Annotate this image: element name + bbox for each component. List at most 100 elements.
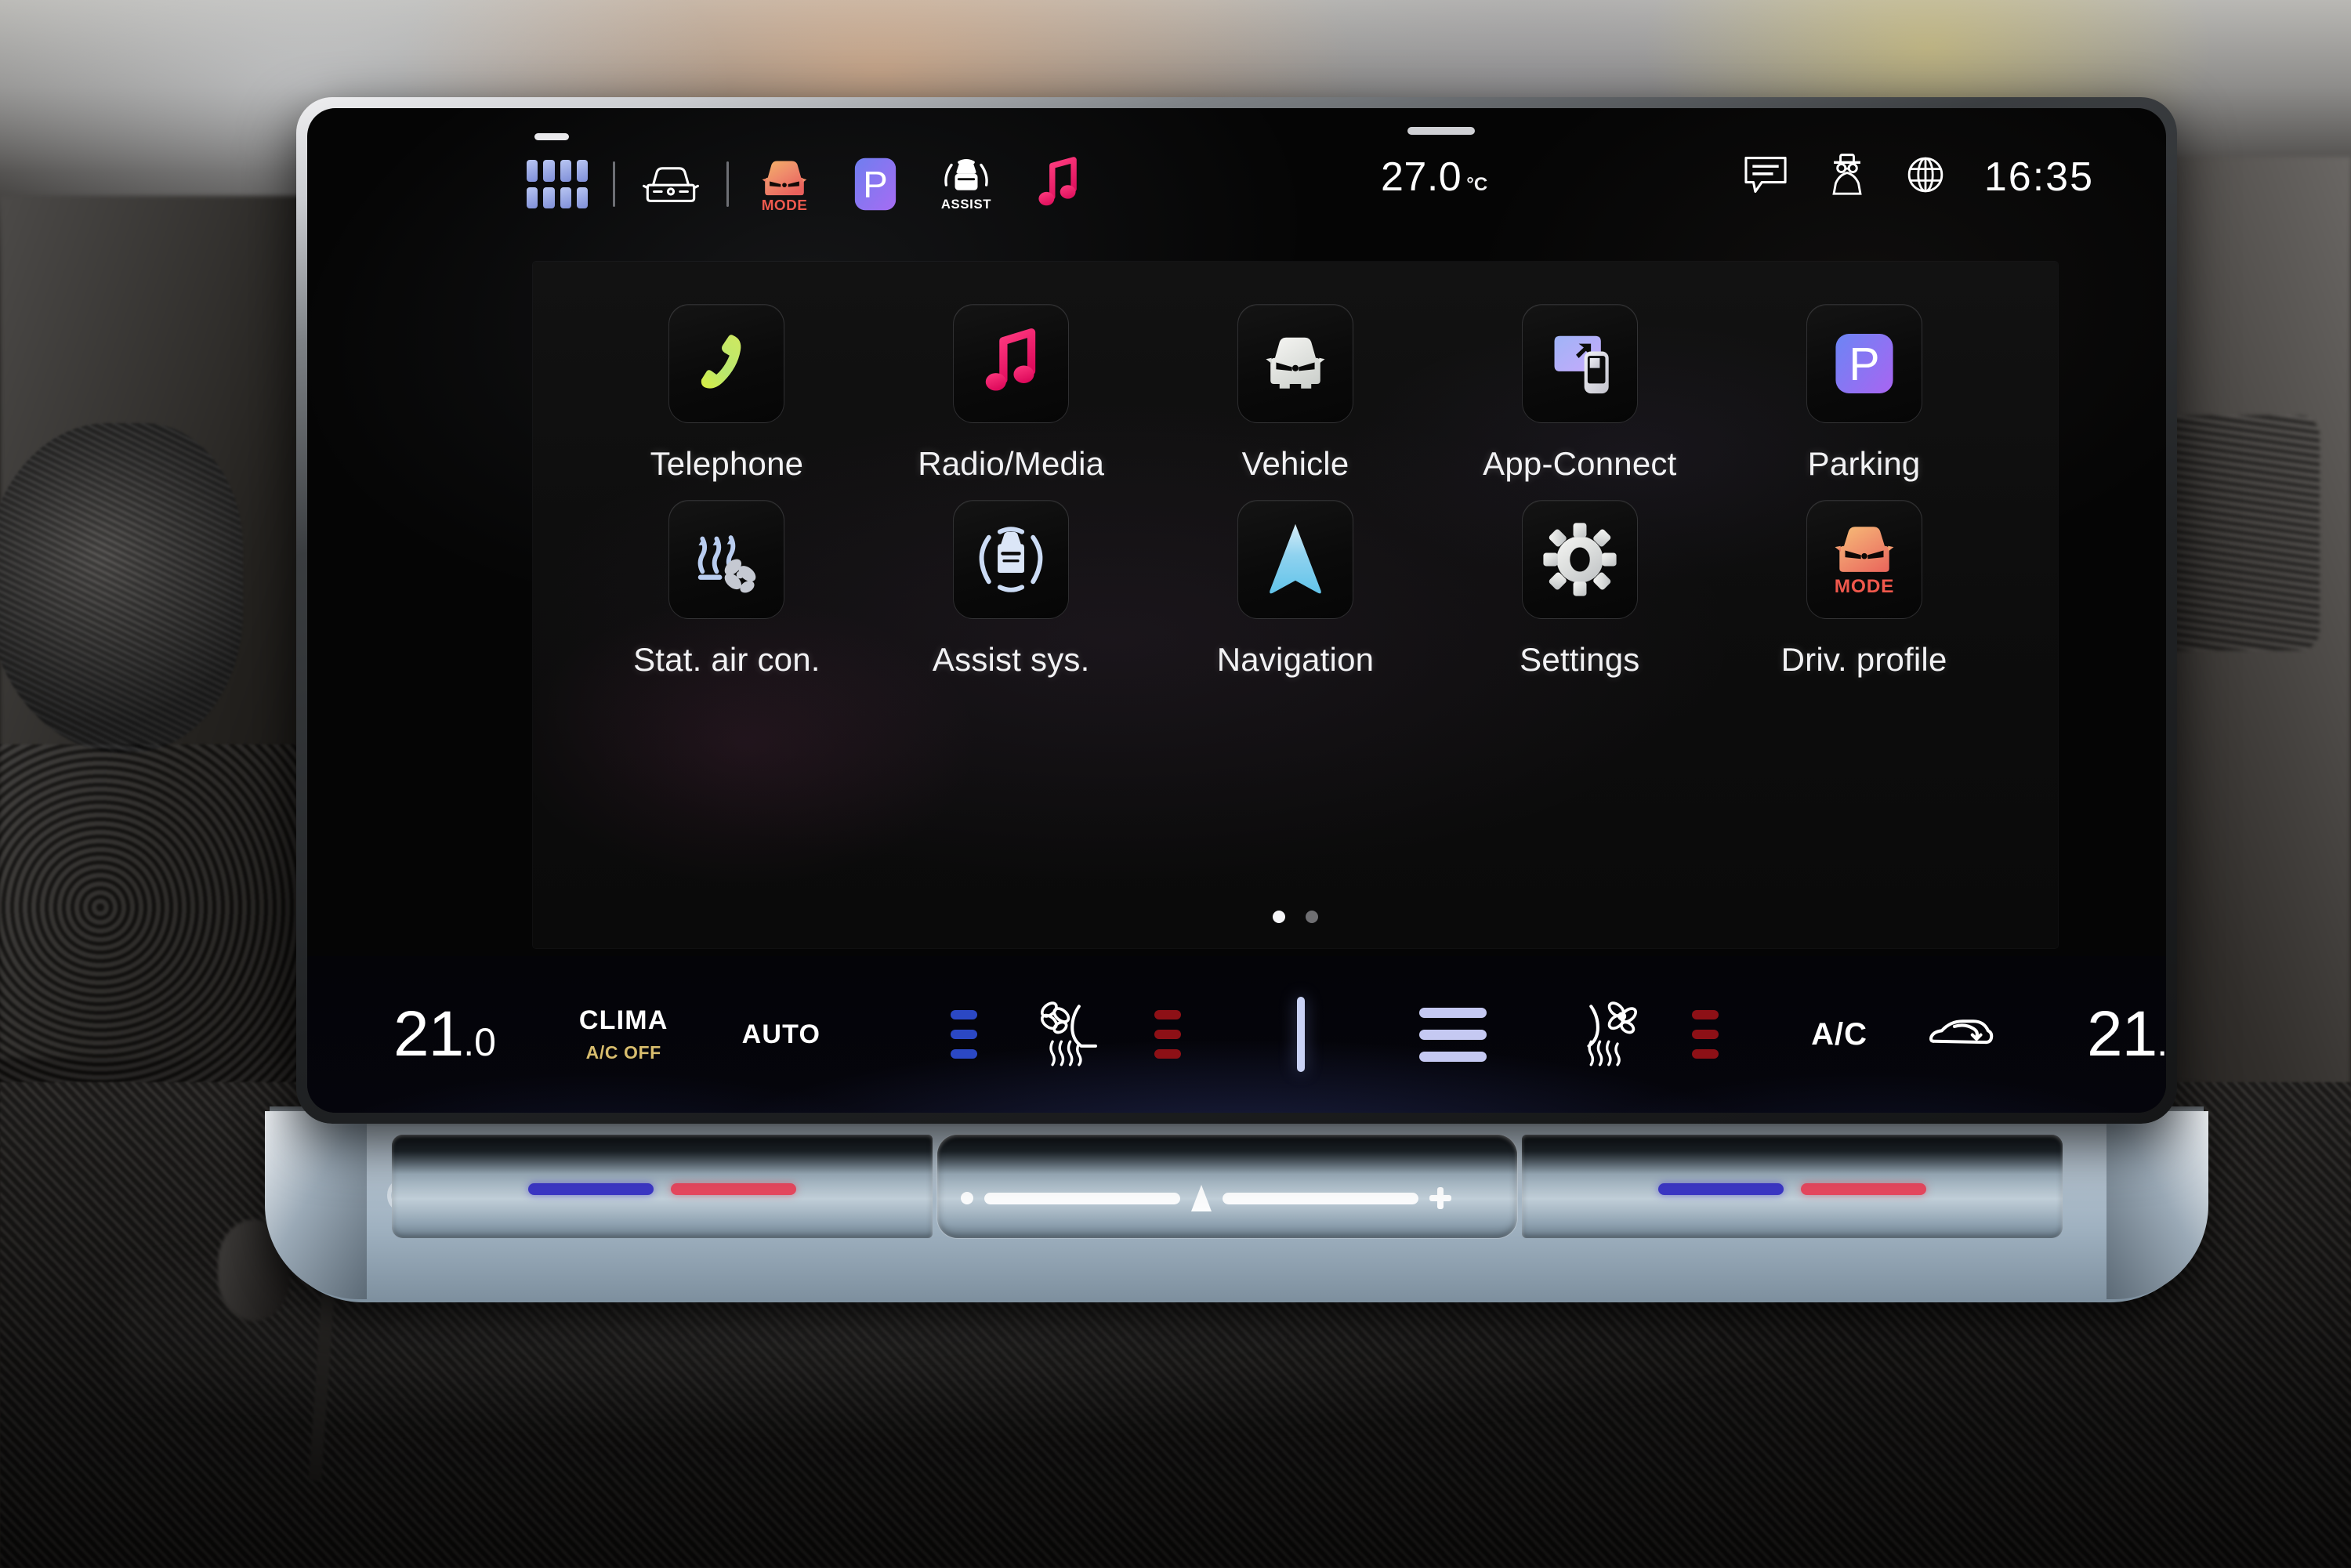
- passenger-temperature-slider[interactable]: [1522, 1135, 2063, 1238]
- tile-surface: MODE: [1806, 500, 1922, 619]
- globe-icon[interactable]: [1904, 154, 1947, 200]
- passenger-temperature[interactable]: 21 .0: [2087, 998, 2166, 1071]
- tile-surface: [953, 500, 1070, 619]
- warm-marker: [1801, 1183, 1926, 1195]
- music-note-icon: [985, 328, 1036, 391]
- level-bar: [951, 1030, 978, 1039]
- assist-car-icon[interactable]: ASSIST: [936, 155, 997, 213]
- car-front-icon[interactable]: [640, 155, 701, 213]
- app-label: Navigation: [1216, 641, 1375, 678]
- level-bar: [951, 1010, 978, 1019]
- home-button-icon[interactable]: [1297, 997, 1306, 1072]
- volume-level-triangle: [1191, 1185, 1212, 1211]
- app-tile-stationary-air-con[interactable]: Stat. air con.: [585, 500, 869, 679]
- ac-button[interactable]: A/C: [1811, 1017, 1867, 1052]
- aux-heater-fan-icon: [698, 535, 756, 593]
- outside-temp-value: 27.0: [1381, 154, 1462, 200]
- fan-line: [1419, 1051, 1487, 1062]
- grid-cell: [543, 160, 555, 182]
- menu-drag-handle[interactable]: [534, 133, 569, 140]
- level-bar: [1692, 1010, 1719, 1019]
- cold-marker: [1658, 1183, 1784, 1195]
- volume-track-left: [984, 1192, 1180, 1204]
- app-tile-settings[interactable]: Settings: [1437, 500, 1722, 679]
- auto-button[interactable]: AUTO: [742, 1019, 821, 1050]
- level-bar: [1154, 1010, 1182, 1019]
- app-tile-parking[interactable]: P Parking: [1722, 304, 2006, 483]
- outside-temperature: 27.0 °C: [1381, 154, 1487, 201]
- app-grid-icon[interactable]: [527, 160, 588, 208]
- phone-projection-icon: [1554, 335, 1609, 394]
- app-label: Stat. air con.: [633, 641, 820, 678]
- parking-letter: P: [1849, 339, 1879, 390]
- passenger-temp-frac: .0: [2157, 1019, 2166, 1065]
- app-label: Settings: [1520, 641, 1640, 678]
- assist-car-icon: [979, 527, 1043, 592]
- driver-fan-level-indicator[interactable]: [951, 1010, 978, 1059]
- display-screen: MODE P ASSIST 27.0 °C 16:35 Telephone Ra…: [307, 108, 2166, 1113]
- app-label: Driv. profile: [1780, 641, 1947, 678]
- driver-temperature-slider[interactable]: [392, 1135, 933, 1238]
- page-dot-2[interactable]: [1306, 911, 1318, 923]
- app-label: Radio/Media: [918, 445, 1105, 482]
- warm-marker: [671, 1183, 796, 1195]
- climate-drag-handle[interactable]: [1407, 127, 1475, 135]
- drive-mode-car-icon[interactable]: MODE: [754, 155, 815, 214]
- incognito-person-icon[interactable]: [1824, 152, 1870, 201]
- grid-cell: [576, 186, 588, 208]
- app-tile-vehicle[interactable]: Vehicle: [1154, 304, 1438, 483]
- tile-surface: P: [1806, 304, 1922, 423]
- clock: 16:35: [1983, 154, 2094, 200]
- driver-seat-heat-indicator[interactable]: [1154, 1010, 1182, 1059]
- volume-slider[interactable]: [937, 1135, 1517, 1238]
- volume-minus-dot: [961, 1192, 973, 1204]
- level-bar: [1692, 1030, 1719, 1039]
- climate-bar: 21 .0 CLIMA A/C OFF AUTO A/C 21: [307, 956, 2166, 1113]
- screen-bezel: MODE P ASSIST 27.0 °C 16:35 Telephone Ra…: [296, 97, 2177, 1124]
- page-dot-1[interactable]: [1273, 911, 1285, 923]
- app-tile-radio-media[interactable]: Radio/Media: [869, 304, 1154, 483]
- app-tile-app-connect[interactable]: App-Connect: [1437, 304, 1722, 483]
- tile-surface: [668, 304, 785, 423]
- passenger-seat-heat-indicator[interactable]: [1692, 1010, 1719, 1059]
- fan-speed-icon[interactable]: [1419, 1007, 1487, 1062]
- tile-surface: [953, 304, 1070, 423]
- message-bubble-icon[interactable]: [1741, 152, 1790, 201]
- physical-slider-bar: [265, 1106, 2208, 1302]
- clima-button[interactable]: CLIMA A/C OFF: [579, 1005, 668, 1063]
- app-label: Parking: [1807, 445, 1921, 482]
- seat-climate-left-icon[interactable]: [1037, 998, 1106, 1072]
- fan-line: [1419, 1029, 1487, 1040]
- app-tile-telephone[interactable]: Telephone: [585, 304, 869, 483]
- volume-track-right: [1223, 1192, 1418, 1204]
- infotainment-unit: MODE P ASSIST 27.0 °C 16:35 Telephone Ra…: [265, 97, 2208, 1304]
- app-label: Assist sys.: [932, 641, 1090, 678]
- status-divider: [613, 161, 615, 207]
- app-label: Telephone: [650, 445, 804, 482]
- status-bar-left-group: MODE P ASSIST: [527, 155, 1088, 214]
- driver-temperature[interactable]: 21 .0: [393, 998, 496, 1071]
- music-note-icon[interactable]: [1027, 155, 1088, 213]
- grid-cell: [527, 186, 538, 208]
- touch-slider-group: [392, 1135, 2069, 1238]
- seat-climate-right-icon[interactable]: [1578, 998, 1646, 1072]
- svg-text:MODE: MODE: [762, 197, 808, 214]
- app-tile-assist-systems[interactable]: Assist sys.: [869, 500, 1154, 679]
- svg-text:P: P: [863, 165, 888, 206]
- cold-marker: [528, 1183, 654, 1195]
- app-tile-navigation[interactable]: Navigation: [1154, 500, 1438, 679]
- gear-icon: [1543, 523, 1617, 596]
- passenger-temp-whole: 21: [2086, 998, 2157, 1070]
- driver-temp-frac: .0: [463, 1020, 496, 1064]
- home-screen-panel: Telephone Radio/Media Vehicle App-Connec…: [533, 262, 2058, 948]
- svg-text:ASSIST: ASSIST: [941, 197, 991, 212]
- clima-label: CLIMA: [578, 1005, 668, 1035]
- grid-cell: [560, 160, 571, 182]
- app-grid: Telephone Radio/Media Vehicle App-Connec…: [585, 304, 2006, 679]
- status-bar-right-group: 16:35: [1741, 152, 2094, 201]
- tile-surface: [1237, 500, 1353, 619]
- app-tile-driving-profile[interactable]: MODE Driv. profile: [1722, 500, 2006, 679]
- level-bar: [1692, 1049, 1719, 1059]
- air-recirculation-icon[interactable]: [1927, 1012, 1994, 1057]
- parking-p-icon[interactable]: P: [845, 155, 906, 213]
